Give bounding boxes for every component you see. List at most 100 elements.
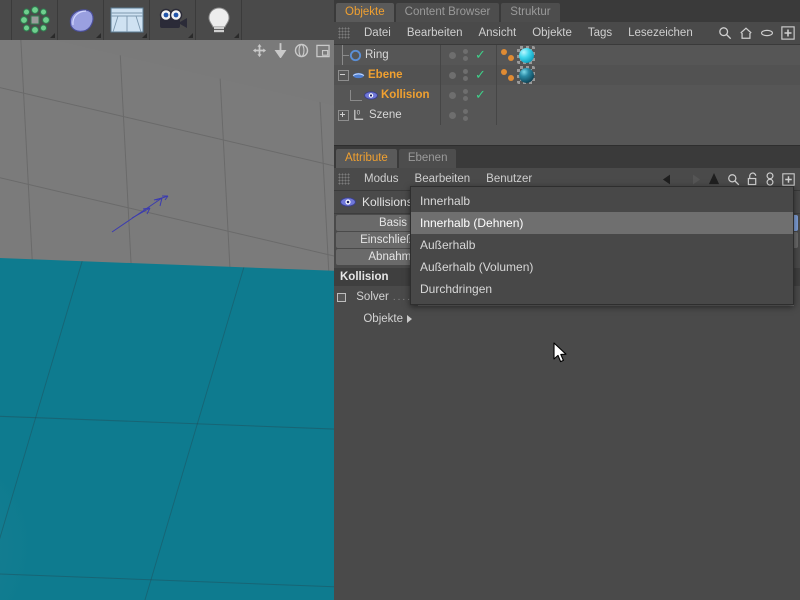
object-manager-menubar: Datei Bearbeiten Ansicht Objekte Tags Le… xyxy=(334,22,800,45)
plane-icon xyxy=(352,70,365,81)
expand-triangle-icon[interactable] xyxy=(407,315,412,323)
rotate-icon[interactable] xyxy=(294,43,309,58)
attribute-manager: Attribute Ebenen Modus Bearbeiten Benutz… xyxy=(334,146,800,330)
floor-icon xyxy=(110,7,144,33)
search-icon[interactable] xyxy=(718,26,732,40)
dropdown-option-ausserhalb-volumen[interactable]: Außerhalb (Volumen) xyxy=(411,256,793,278)
panel-grip-icon[interactable] xyxy=(338,27,350,39)
collision-deformer-icon xyxy=(340,196,356,208)
object-label: Ring xyxy=(365,49,389,61)
editor-visibility-dot[interactable] xyxy=(449,92,456,99)
attribute-manager-tabs: Attribute Ebenen xyxy=(334,146,800,168)
menu-tags[interactable]: Tags xyxy=(580,22,620,44)
tab-attribute[interactable]: Attribute xyxy=(336,149,397,168)
object-tags[interactable] xyxy=(496,45,800,65)
search-icon[interactable] xyxy=(727,173,740,186)
render-visibility-dots[interactable] xyxy=(463,109,468,121)
up-arrow-icon[interactable] xyxy=(708,172,720,186)
toolbar-handle[interactable] xyxy=(0,0,12,40)
menu-lesezeichen[interactable]: Lesezeichen xyxy=(620,22,701,44)
editor-visibility-dot[interactable] xyxy=(449,112,456,119)
camera-tool[interactable] xyxy=(150,0,196,40)
enable-check-icon[interactable]: ✓ xyxy=(475,70,488,80)
solver-dropdown-menu[interactable]: Innerhalb Innerhalb (Dehnen) Außerhalb A… xyxy=(410,186,794,305)
render-visibility-dots[interactable] xyxy=(463,49,468,61)
home-icon[interactable] xyxy=(739,26,753,40)
object-row-tree: Ebene xyxy=(334,69,440,81)
material-tag[interactable] xyxy=(517,66,535,84)
dropdown-option-ausserhalb[interactable]: Außerhalb xyxy=(411,234,793,256)
tag-dot-icon[interactable] xyxy=(508,75,514,81)
enable-check-icon[interactable]: ✓ xyxy=(475,90,488,100)
tag-dot-icon[interactable] xyxy=(501,49,507,55)
deformer-icon xyxy=(66,7,96,33)
solver-label: Solver xyxy=(356,291,389,303)
dolly-icon[interactable] xyxy=(274,43,287,58)
object-tags[interactable] xyxy=(496,65,800,85)
object-manager-tabs: Objekte Content Browser Struktur xyxy=(334,0,800,22)
floor-tool[interactable] xyxy=(104,0,150,40)
object-visibility-dots[interactable]: ✓ xyxy=(440,105,496,125)
render-visibility-dots[interactable] xyxy=(463,69,468,81)
light-icon xyxy=(206,6,232,34)
viewport-3d[interactable] xyxy=(0,40,334,600)
tool-corner xyxy=(234,33,239,38)
plus-box-icon[interactable] xyxy=(781,26,795,40)
maximize-icon[interactable] xyxy=(316,44,330,58)
tab-objekte[interactable]: Objekte xyxy=(336,3,394,22)
tool-corner xyxy=(50,33,55,38)
object-row-kollision[interactable]: Kollision ✓ xyxy=(334,85,800,105)
axis-gizmo xyxy=(110,190,180,235)
menu-datei[interactable]: Datei xyxy=(356,22,399,44)
render-visibility-dots[interactable] xyxy=(463,89,468,101)
tree-connector xyxy=(338,45,349,65)
tool-corner xyxy=(188,33,193,38)
menu-ansicht[interactable]: Ansicht xyxy=(470,22,524,44)
enable-check-icon[interactable]: ✓ xyxy=(475,50,488,60)
dropdown-option-durchdringen[interactable]: Durchdringen xyxy=(411,278,793,300)
editor-visibility-dot[interactable] xyxy=(449,72,456,79)
move-icon[interactable] xyxy=(252,43,267,58)
object-visibility-dots[interactable]: ✓ xyxy=(440,85,496,105)
tag-dot-icon[interactable] xyxy=(501,69,507,75)
attribute-manager-menu-icons xyxy=(662,172,800,186)
panel-grip-icon[interactable] xyxy=(338,173,350,185)
object-row-ring[interactable]: Ring ✓ xyxy=(334,45,800,65)
lock-icon[interactable] xyxy=(747,172,758,186)
menu-modus[interactable]: Modus xyxy=(356,168,407,190)
expand-icon[interactable] xyxy=(338,110,349,121)
object-tags[interactable] xyxy=(496,85,800,105)
tool-corner xyxy=(142,33,147,38)
back-arrow-icon[interactable] xyxy=(662,173,678,186)
object-visibility-dots[interactable]: ✓ xyxy=(440,45,496,65)
menu-bearbeiten[interactable]: Bearbeiten xyxy=(399,22,471,44)
object-manager[interactable]: Ring ✓ xyxy=(334,45,800,146)
object-row-szene[interactable]: 0 Szene ✓ xyxy=(334,105,800,125)
tool-corner xyxy=(96,33,101,38)
editor-visibility-dot[interactable] xyxy=(449,52,456,59)
tab-content-browser[interactable]: Content Browser xyxy=(396,3,500,22)
material-tag[interactable] xyxy=(517,46,535,64)
dropdown-option-innerhalb[interactable]: Innerhalb xyxy=(411,190,793,212)
menu-objekte[interactable]: Objekte xyxy=(524,22,580,44)
deformer-tool[interactable] xyxy=(58,0,104,40)
tag-dot-icon[interactable] xyxy=(508,55,514,61)
deformed-plane xyxy=(0,255,334,600)
left-toolbar xyxy=(0,0,334,41)
array-tool[interactable] xyxy=(12,0,58,40)
ellipse-icon[interactable] xyxy=(760,28,774,38)
plus-box-icon[interactable] xyxy=(782,173,795,186)
camera-icon xyxy=(157,8,189,32)
tab-ebenen[interactable]: Ebenen xyxy=(399,149,457,168)
dropdown-option-innerhalb-dehnen[interactable]: Innerhalb (Dehnen) xyxy=(411,212,793,234)
collapse-icon[interactable] xyxy=(338,70,349,81)
user-icon[interactable] xyxy=(765,172,775,186)
object-row-ebene[interactable]: Ebene ✓ xyxy=(334,65,800,85)
light-tool[interactable] xyxy=(196,0,242,40)
solver-bullet-icon[interactable] xyxy=(337,293,346,302)
object-visibility-dots[interactable]: ✓ xyxy=(440,65,496,85)
tab-struktur[interactable]: Struktur xyxy=(501,3,559,22)
collision-deformer-icon xyxy=(364,90,378,101)
object-tags[interactable] xyxy=(496,105,800,125)
forward-arrow-icon[interactable] xyxy=(685,173,701,186)
